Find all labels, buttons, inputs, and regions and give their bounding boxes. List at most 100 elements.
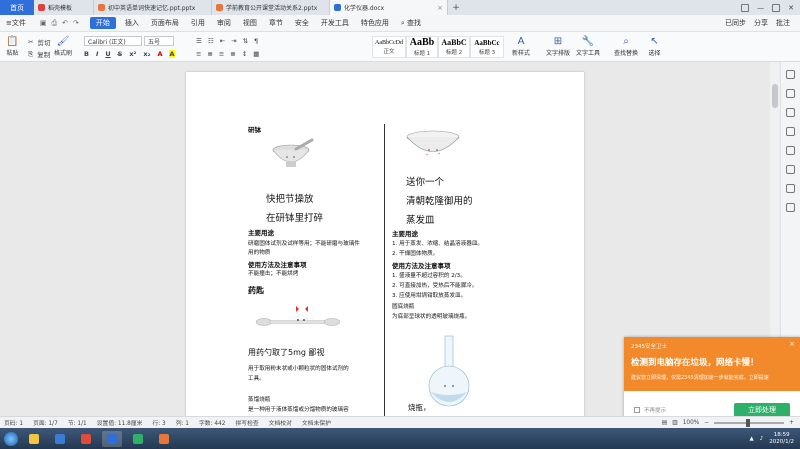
strikethrough-icon[interactable]: S̶ [118, 50, 123, 58]
subscript-icon[interactable]: x₂ [143, 50, 150, 58]
zoom-slider-handle[interactable] [746, 418, 751, 427]
undo-icon[interactable]: ↶ [62, 19, 68, 28]
tab-home[interactable]: 开始 [89, 17, 116, 29]
protect-status[interactable]: 文档未保护 [302, 418, 331, 427]
line-spacing-icon[interactable]: ↕ [242, 50, 247, 58]
side-tool-icon[interactable] [786, 146, 795, 155]
tab-ppt-2[interactable]: 学前教育公开课堂活动关系2.pptx [212, 0, 330, 15]
minimize-icon[interactable]: — [757, 4, 764, 12]
zoom-slider[interactable] [714, 418, 785, 427]
save-icon[interactable]: ▣ [40, 19, 47, 28]
align-right-icon[interactable]: ≡ [219, 50, 224, 58]
tab-features[interactable]: 特色应用 [355, 15, 395, 32]
italic-button[interactable]: I [96, 50, 98, 58]
sort-icon[interactable]: ⇅ [243, 37, 248, 45]
print-icon[interactable]: ⎙ [52, 19, 58, 28]
search-box[interactable]: ⌕ 查找 [395, 15, 427, 32]
tab-insert[interactable]: 插入 [119, 15, 145, 32]
style-heading-3[interactable]: AaBbCc 标题 3 [470, 36, 504, 58]
sync-status[interactable]: 已同步 [725, 18, 746, 28]
highlight-icon[interactable]: A [169, 50, 175, 58]
redo-icon[interactable]: ↷ [73, 19, 79, 28]
network-icon[interactable]: ▲ [750, 436, 754, 442]
style-heading-1[interactable]: AaBb 标题 1 [406, 36, 438, 58]
taskbar-app[interactable] [76, 431, 96, 447]
file-menu[interactable]: ≡ 文件 [0, 15, 32, 32]
style-heading-2[interactable]: AaBbC 标题 2 [438, 36, 470, 58]
text-layout-button[interactable]: ⊞ 文字排版 [546, 35, 570, 57]
new-tab-button[interactable]: + [448, 0, 464, 15]
tab-page-layout[interactable]: 页面布局 [145, 15, 185, 32]
side-tool-icon[interactable] [786, 203, 795, 212]
side-tool-icon[interactable] [786, 89, 795, 98]
align-center-icon[interactable]: ≣ [207, 50, 212, 58]
status-page[interactable]: 页面: 1/7 [33, 418, 58, 427]
paste-button[interactable]: 📋 粘贴 [6, 35, 19, 57]
cut-button[interactable]: ✂ 剪切 [28, 37, 50, 47]
numbered-list-icon[interactable]: ☷ [208, 37, 214, 45]
scrollbar-thumb[interactable] [772, 84, 778, 108]
start-button[interactable] [4, 431, 18, 446]
side-tool-icon[interactable] [786, 108, 795, 117]
tab-security[interactable]: 安全 [289, 15, 315, 32]
comment-button[interactable]: 批注 [776, 18, 790, 28]
border-icon[interactable]: ▦ [253, 50, 259, 58]
style-sample: AaBb [409, 37, 435, 48]
taskbar-app[interactable] [24, 431, 44, 447]
outdent-icon[interactable]: ⇤ [220, 37, 225, 45]
tab-chapter[interactable]: 章节 [263, 15, 289, 32]
taskbar-app[interactable] [154, 431, 174, 447]
volume-icon[interactable]: ♪ [760, 436, 764, 442]
proofread-button[interactable]: 文档校对 [269, 418, 292, 427]
taskbar-app[interactable] [50, 431, 70, 447]
format-painter-button[interactable]: 🖌 格式刷 [54, 35, 72, 57]
zoom-level[interactable]: 100% [683, 420, 700, 426]
bullet-list-icon[interactable]: ☰ [196, 37, 202, 45]
tab-docer[interactable]: 稻壳模板 [34, 0, 94, 15]
new-style-button[interactable]: A 新样式 [512, 35, 530, 57]
maximize-icon[interactable] [772, 3, 781, 12]
home-tab[interactable]: 首页 [0, 0, 34, 15]
zoom-in-icon[interactable]: + [789, 420, 794, 426]
side-tool-icon[interactable] [786, 165, 795, 174]
close-tab-icon[interactable]: × [437, 4, 443, 12]
close-window-icon[interactable]: ✕ [788, 4, 794, 12]
find-replace-button[interactable]: ⌕ 查找替换 [614, 35, 638, 57]
view-mode-icon[interactable]: ▤ [662, 420, 667, 426]
taskbar-app-active[interactable] [102, 430, 122, 447]
copy-button[interactable]: ⎘ 复制 [28, 49, 50, 60]
superscript-icon[interactable]: x² [129, 50, 136, 58]
show-marks-icon[interactable]: ¶ [254, 37, 258, 45]
underline-button[interactable]: U [105, 50, 110, 58]
side-tool-icon[interactable] [786, 184, 795, 193]
side-tool-icon[interactable] [786, 70, 795, 79]
document-page[interactable]: 研钵 快把节操放 在研钵里打碎 主要用途 研磨固体试剂及试样等用；不能研磨与玻璃… [186, 72, 584, 416]
indent-icon[interactable]: ⇥ [231, 37, 236, 45]
font-size-select[interactable]: 五号 [144, 36, 174, 46]
zoom-out-icon[interactable]: − [704, 420, 709, 426]
justify-icon[interactable]: ≣ [230, 50, 235, 58]
read-mode-icon[interactable]: ▥ [672, 420, 677, 426]
tab-references[interactable]: 引用 [185, 15, 211, 32]
taskbar-app[interactable] [128, 431, 148, 447]
align-left-icon[interactable]: ≡ [196, 50, 201, 58]
close-notification-icon[interactable]: × [789, 340, 795, 348]
tab-developer[interactable]: 开发工具 [315, 15, 355, 32]
style-normal[interactable]: AaBbCcDd 正文 [372, 36, 406, 58]
bold-button[interactable]: B [84, 50, 89, 58]
status-words[interactable]: 字数: 442 [199, 418, 225, 427]
spell-check-toggle[interactable]: 拼写检查 [235, 418, 258, 427]
tab-docx-active[interactable]: 化学仪器.docx × [330, 0, 448, 15]
select-button[interactable]: ↖ 选择 [648, 35, 661, 57]
tab-view[interactable]: 视图 [237, 15, 263, 32]
tab-ppt-1[interactable]: 初中英语单词快速记忆.ppt.pptx [94, 0, 212, 15]
side-tool-icon[interactable] [786, 127, 795, 136]
font-color-icon[interactable]: A [157, 50, 162, 58]
share-button[interactable]: 分享 [754, 18, 768, 28]
text-tools-button[interactable]: 🔧 文字工具 [576, 35, 600, 57]
clock[interactable]: 18:59 2020/1/2 [769, 432, 794, 446]
dont-remind-checkbox[interactable] [634, 407, 640, 413]
layout-icon[interactable] [741, 3, 750, 12]
tab-review[interactable]: 审阅 [211, 15, 237, 32]
font-name-select[interactable]: Calibri (正文) [84, 36, 142, 46]
